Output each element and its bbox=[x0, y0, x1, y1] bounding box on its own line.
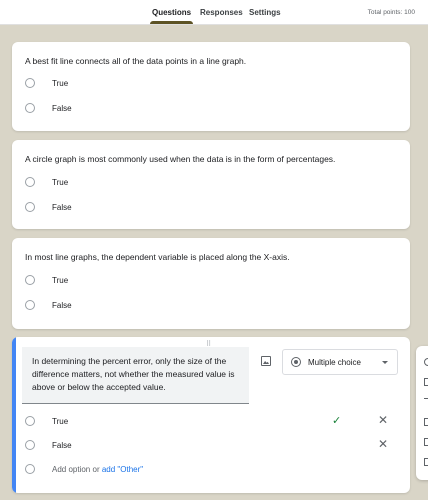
radio-icon[interactable] bbox=[25, 440, 35, 450]
add-title-icon[interactable] bbox=[424, 398, 428, 406]
question-card[interactable]: In most line graphs, the dependent varia… bbox=[12, 238, 410, 329]
option-false[interactable]: False bbox=[25, 101, 72, 115]
question-title-input[interactable]: In determining the percent error, only t… bbox=[32, 355, 246, 394]
option-false[interactable]: False bbox=[25, 200, 72, 214]
option-true[interactable]: True bbox=[25, 414, 68, 428]
question-title: A best fit line connects all of the data… bbox=[25, 56, 247, 66]
radio-icon[interactable] bbox=[25, 300, 35, 310]
add-other-button[interactable]: add "Other" bbox=[102, 465, 143, 474]
radio-icon[interactable] bbox=[25, 202, 35, 212]
question-title: A circle graph is most commonly used whe… bbox=[25, 154, 336, 164]
option-false[interactable]: False bbox=[25, 438, 72, 452]
option-label: True bbox=[52, 275, 69, 285]
option-label: False bbox=[52, 202, 72, 212]
add-option-wrapper: Add option or add "Other" bbox=[52, 465, 143, 474]
option-true[interactable]: True bbox=[25, 273, 68, 287]
total-points: Total points: 100 bbox=[367, 9, 415, 16]
active-tab-indicator bbox=[150, 21, 193, 24]
close-icon[interactable]: ✕ bbox=[378, 438, 388, 450]
add-question-icon[interactable] bbox=[424, 358, 428, 366]
radio-icon bbox=[25, 464, 35, 474]
image-icon[interactable] bbox=[261, 356, 271, 366]
tab-responses[interactable]: Responses bbox=[200, 8, 243, 17]
option-label[interactable]: False bbox=[52, 441, 72, 450]
add-video-icon[interactable] bbox=[424, 438, 428, 446]
close-icon[interactable]: ✕ bbox=[378, 414, 388, 426]
side-toolbar bbox=[416, 346, 428, 480]
option-label: False bbox=[52, 300, 72, 310]
active-indicator-bar bbox=[12, 337, 16, 493]
option-label: True bbox=[52, 177, 69, 187]
dropdown-arrow-icon bbox=[382, 361, 388, 364]
question-title: In most line graphs, the dependent varia… bbox=[25, 252, 290, 262]
radio-icon[interactable] bbox=[25, 177, 35, 187]
radio-icon[interactable] bbox=[25, 416, 35, 426]
question-title-field[interactable]: In determining the percent error, only t… bbox=[22, 347, 249, 404]
add-option-row[interactable]: Add option or add "Other" bbox=[25, 462, 143, 476]
check-icon: ✓ bbox=[332, 415, 342, 427]
add-option-button[interactable]: Add option bbox=[52, 465, 90, 474]
radio-icon bbox=[291, 357, 301, 367]
option-label[interactable]: True bbox=[52, 417, 68, 426]
radio-icon[interactable] bbox=[25, 275, 35, 285]
import-questions-icon[interactable] bbox=[424, 378, 428, 386]
option-true[interactable]: True bbox=[25, 76, 68, 90]
option-label: True bbox=[52, 78, 69, 88]
radio-icon[interactable] bbox=[25, 78, 35, 88]
or-text: or bbox=[92, 464, 102, 474]
question-card[interactable]: A circle graph is most commonly used whe… bbox=[12, 140, 410, 229]
tab-questions[interactable]: Questions bbox=[152, 8, 191, 17]
option-true[interactable]: True bbox=[25, 175, 68, 189]
add-image-icon[interactable] bbox=[424, 418, 428, 426]
option-label: False bbox=[52, 103, 72, 113]
add-section-icon[interactable] bbox=[424, 458, 428, 466]
option-false[interactable]: False bbox=[25, 298, 72, 312]
tab-settings[interactable]: Settings bbox=[249, 8, 281, 17]
question-card[interactable]: A best fit line connects all of the data… bbox=[12, 42, 410, 131]
active-question-card[interactable]: ⠿ In determining the percent error, only… bbox=[12, 337, 410, 493]
radio-icon[interactable] bbox=[25, 103, 35, 113]
question-type-select[interactable]: Multiple choice bbox=[282, 349, 398, 375]
top-bar: Questions Responses Settings Total point… bbox=[0, 0, 428, 25]
question-type-label: Multiple choice bbox=[308, 358, 361, 367]
